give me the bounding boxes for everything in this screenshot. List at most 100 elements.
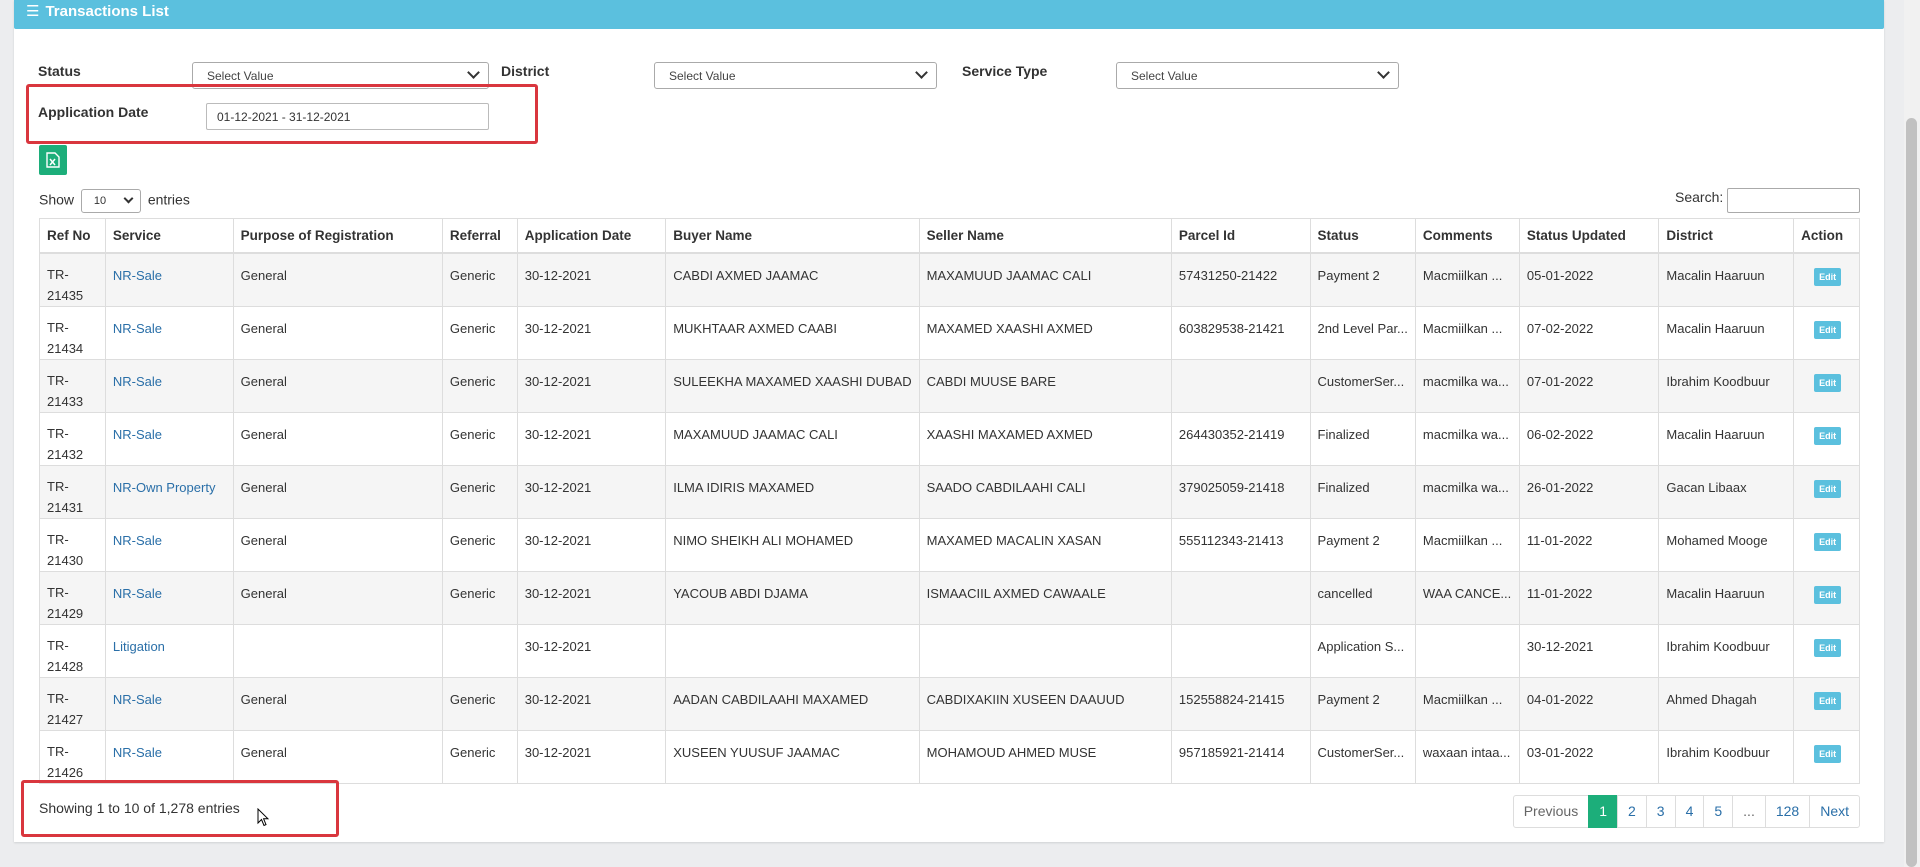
pagination-page[interactable]: 4 bbox=[1674, 795, 1705, 828]
edit-button[interactable]: Edit bbox=[1814, 373, 1842, 392]
cell-service: NR-Sale bbox=[104, 411, 234, 466]
cell-ref-no: TR-21435 bbox=[39, 252, 106, 307]
cell-ref-no: TR-21427 bbox=[39, 676, 106, 731]
cell-comments: macmilka wa... bbox=[1414, 411, 1520, 466]
edit-button[interactable]: Edit bbox=[1814, 532, 1842, 551]
table-row: TR-21432 NR-Sale General Generic 30-12-2021 M… bbox=[39, 411, 1860, 466]
service-type-select[interactable]: Select Value bbox=[1116, 62, 1399, 89]
entries-label: entries bbox=[147, 191, 190, 208]
export-excel-button[interactable] bbox=[39, 145, 67, 175]
table-body: TR-21435 NR-Sale General Generic 30-12-2021 C… bbox=[39, 252, 1860, 784]
cell-buyer-name: MUKHTAAR AXMED CAABI bbox=[665, 305, 920, 360]
service-link[interactable]: NR-Sale bbox=[113, 427, 162, 442]
column-header[interactable]: Buyer Name bbox=[665, 218, 920, 254]
service-link[interactable]: NR-Sale bbox=[113, 692, 162, 707]
column-header[interactable]: Status bbox=[1309, 218, 1416, 254]
service-link[interactable]: NR-Sale bbox=[113, 268, 162, 283]
column-header[interactable]: Comments bbox=[1414, 218, 1520, 254]
cell-application-date: 30-12-2021 bbox=[516, 623, 667, 678]
cell-action: Edit bbox=[1793, 411, 1860, 466]
status-select[interactable]: Select Value bbox=[192, 62, 489, 89]
cell-purpose: General bbox=[232, 464, 443, 519]
cell-service: NR-Sale bbox=[104, 676, 234, 731]
status-filter-label: Status bbox=[38, 63, 81, 79]
cell-service: NR-Sale bbox=[104, 305, 234, 360]
edit-button[interactable]: Edit bbox=[1814, 744, 1842, 763]
cell-status-updated: 30-12-2021 bbox=[1518, 623, 1660, 678]
column-header[interactable]: District bbox=[1658, 218, 1795, 254]
column-header[interactable]: Referral bbox=[441, 218, 518, 254]
column-header[interactable]: Seller Name bbox=[918, 218, 1172, 254]
application-date-input[interactable]: 01-12-2021 - 31-12-2021 bbox=[206, 103, 489, 130]
pagination-next[interactable]: Next bbox=[1809, 795, 1860, 828]
cell-service: NR-Sale bbox=[104, 358, 234, 413]
search-input[interactable] bbox=[1727, 188, 1860, 213]
service-link[interactable]: NR-Sale bbox=[113, 321, 162, 336]
page-scrollbar[interactable] bbox=[1904, 0, 1920, 867]
cell-status-updated: 07-02-2022 bbox=[1518, 305, 1660, 360]
pagination-previous[interactable]: Previous bbox=[1512, 795, 1590, 828]
cell-ref-no: TR-21426 bbox=[39, 729, 106, 784]
cell-status: Payment 2 bbox=[1309, 517, 1416, 572]
pagination-page[interactable]: 1 bbox=[1588, 795, 1618, 828]
service-link[interactable]: NR-Sale bbox=[113, 745, 162, 760]
cell-status: Payment 2 bbox=[1309, 252, 1416, 307]
column-header[interactable]: Ref No bbox=[39, 218, 106, 254]
cell-status-updated: 03-01-2022 bbox=[1518, 729, 1660, 784]
scrollbar-thumb[interactable] bbox=[1906, 118, 1917, 867]
cell-referral: Generic bbox=[441, 729, 518, 784]
cell-seller-name: MOHAMOUD AHMED MUSE bbox=[918, 729, 1172, 784]
edit-button[interactable]: Edit bbox=[1814, 691, 1842, 710]
entries-length-select[interactable]: 10 bbox=[80, 189, 141, 213]
cell-action: Edit bbox=[1793, 676, 1860, 731]
cell-parcel-id bbox=[1170, 570, 1311, 625]
cell-ref-no: TR-21430 bbox=[39, 517, 106, 572]
cell-district: Macalin Haaruun bbox=[1658, 252, 1795, 307]
district-select[interactable]: Select Value bbox=[654, 62, 937, 89]
service-link[interactable]: NR-Sale bbox=[113, 374, 162, 389]
pagination-page[interactable]: 2 bbox=[1616, 795, 1647, 828]
edit-button[interactable]: Edit bbox=[1814, 267, 1842, 286]
cell-parcel-id: 57431250-21422 bbox=[1170, 252, 1311, 307]
cell-seller-name: CABDI MUUSE BARE bbox=[918, 358, 1172, 413]
edit-button[interactable]: Edit bbox=[1814, 479, 1842, 498]
service-link[interactable]: NR-Sale bbox=[113, 533, 162, 548]
edit-button[interactable]: Edit bbox=[1814, 426, 1842, 445]
show-label: Show bbox=[39, 191, 75, 208]
table-info: Showing 1 to 10 of 1,278 entries bbox=[39, 800, 240, 816]
service-link[interactable]: NR-Own Property bbox=[113, 480, 216, 495]
column-header[interactable]: Parcel Id bbox=[1170, 218, 1311, 254]
cell-seller-name: MAXAMED XAASHI AXMED bbox=[918, 305, 1172, 360]
cell-application-date: 30-12-2021 bbox=[516, 358, 667, 413]
cell-status-updated: 26-01-2022 bbox=[1518, 464, 1660, 519]
cell-purpose: General bbox=[232, 358, 443, 413]
pagination-page[interactable]: 128 bbox=[1764, 795, 1811, 828]
pagination-page[interactable]: 3 bbox=[1645, 795, 1676, 828]
excel-icon bbox=[46, 152, 60, 168]
column-header[interactable]: Service bbox=[104, 218, 234, 254]
cell-purpose: General bbox=[232, 517, 443, 572]
cell-action: Edit bbox=[1793, 464, 1860, 519]
service-link[interactable]: Litigation bbox=[113, 639, 165, 654]
cell-seller-name: XAASHI MAXAMED AXMED bbox=[918, 411, 1172, 466]
edit-button[interactable]: Edit bbox=[1814, 585, 1842, 604]
cell-action: Edit bbox=[1793, 729, 1860, 784]
table-row: TR-21428 Litigation 30-12-2021 Application … bbox=[39, 623, 1860, 678]
cell-ref-no: TR-21429 bbox=[39, 570, 106, 625]
column-header[interactable]: Action bbox=[1793, 218, 1860, 254]
edit-button[interactable]: Edit bbox=[1814, 320, 1842, 339]
application-date-label: Application Date bbox=[38, 104, 149, 120]
status-select-value: Select Value bbox=[207, 69, 274, 83]
column-header[interactable]: Status Updated bbox=[1518, 218, 1660, 254]
cell-service: NR-Own Property bbox=[104, 464, 234, 519]
cell-parcel-id bbox=[1170, 358, 1311, 413]
column-header[interactable]: Purpose of Registration bbox=[232, 218, 443, 254]
column-header[interactable]: Application Date bbox=[516, 218, 667, 254]
cell-comments: Macmiilkan ... bbox=[1414, 517, 1520, 572]
cell-buyer-name: MAXAMUUD JAAMAC CALI bbox=[665, 411, 920, 466]
chevron-down-icon bbox=[123, 193, 134, 204]
edit-button[interactable]: Edit bbox=[1814, 638, 1842, 657]
pagination-page[interactable]: 5 bbox=[1703, 795, 1734, 828]
cell-referral: Generic bbox=[441, 676, 518, 731]
service-link[interactable]: NR-Sale bbox=[113, 586, 162, 601]
